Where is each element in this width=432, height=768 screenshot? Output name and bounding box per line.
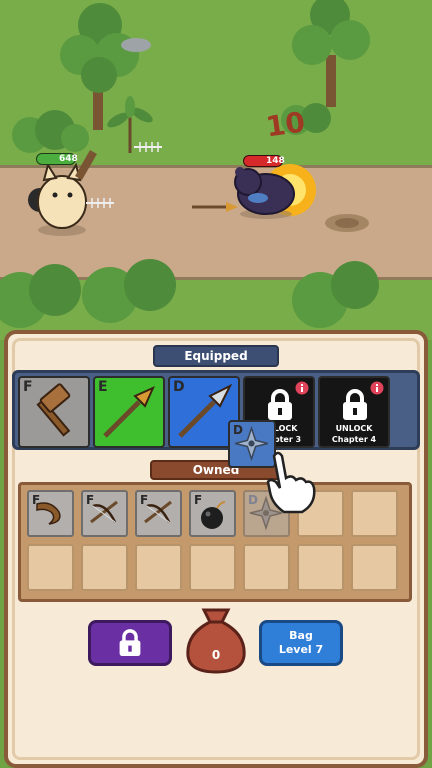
damage-number: 10 — [263, 105, 308, 144]
enemy-hp-value: 148 — [266, 156, 285, 166]
equipped-slots-row: F E D UNLOCK Chapter 3 UNLOCK Chapter 4 — [12, 370, 420, 450]
equip-slot-1[interactable]: F — [18, 376, 90, 448]
lock-icon — [119, 629, 141, 656]
grade-label: F — [23, 379, 33, 395]
battle-field: 648 148 10 — [0, 0, 432, 340]
owned-slot-empty[interactable] — [297, 544, 344, 591]
equip-slot-locked-5[interactable]: UNLOCK Chapter 4 — [318, 376, 390, 448]
lock-icon — [343, 389, 367, 420]
grade-label: D — [173, 379, 185, 395]
rock-icon — [121, 38, 151, 52]
info-icon[interactable] — [370, 381, 384, 395]
bag-level-label: Level 7 — [278, 643, 324, 656]
owned-slot-empty[interactable] — [351, 544, 398, 591]
bag-button-label: Bag — [289, 629, 313, 642]
grade-label: E — [98, 379, 108, 395]
unlock-label: UNLOCK — [335, 424, 373, 433]
owned-slot-empty[interactable] — [189, 544, 236, 591]
fishbone-icon — [86, 198, 114, 208]
tree-icon — [292, 0, 370, 107]
owned-grid: F F F F D — [18, 482, 412, 602]
enemy-hp-bar: 148 — [243, 155, 285, 167]
fishbone-icon — [134, 142, 162, 152]
tree-row-icon — [0, 259, 379, 328]
owned-slot-empty[interactable] — [351, 490, 398, 537]
owned-slot-2[interactable]: F — [81, 490, 128, 537]
owned-slot-empty[interactable] — [27, 544, 74, 591]
grade-label: F — [140, 493, 149, 507]
equipped-banner: Equipped — [153, 345, 279, 367]
grade-label: F — [194, 493, 203, 507]
owned-slot-3[interactable]: F — [135, 490, 182, 537]
owned-slot-empty[interactable] — [243, 544, 290, 591]
info-icon[interactable] — [295, 381, 309, 395]
grade-label: D — [248, 493, 258, 507]
bag-level-button[interactable]: Bag Level 7 — [259, 620, 343, 666]
unlock-chapter: Chapter 4 — [331, 435, 377, 444]
player-hp-bar: 648 — [36, 153, 78, 165]
player-hp-value: 648 — [59, 154, 78, 164]
locked-purple-button[interactable] — [88, 620, 172, 666]
lock-icon — [268, 389, 292, 420]
grade-label: F — [32, 493, 41, 507]
owned-slot-empty[interactable] — [135, 544, 182, 591]
sack-icon — [186, 608, 246, 674]
equipped-title: Equipped — [184, 349, 248, 363]
bag-count: 0 — [211, 648, 221, 662]
grade-label: D — [233, 423, 243, 437]
owned-slot-1[interactable]: F — [27, 490, 74, 537]
bear-enemy-icon — [234, 167, 295, 219]
equip-slot-2[interactable]: E — [93, 376, 165, 448]
owned-slot-empty[interactable] — [81, 544, 128, 591]
crater-icon — [325, 214, 369, 232]
grade-label: F — [86, 493, 95, 507]
spear-projectile-icon — [192, 202, 238, 212]
pointer-hand-icon — [266, 451, 316, 514]
owned-slot-4[interactable]: F — [189, 490, 236, 537]
bag-sack[interactable]: 0 — [178, 602, 254, 674]
bush-icon — [12, 110, 89, 153]
